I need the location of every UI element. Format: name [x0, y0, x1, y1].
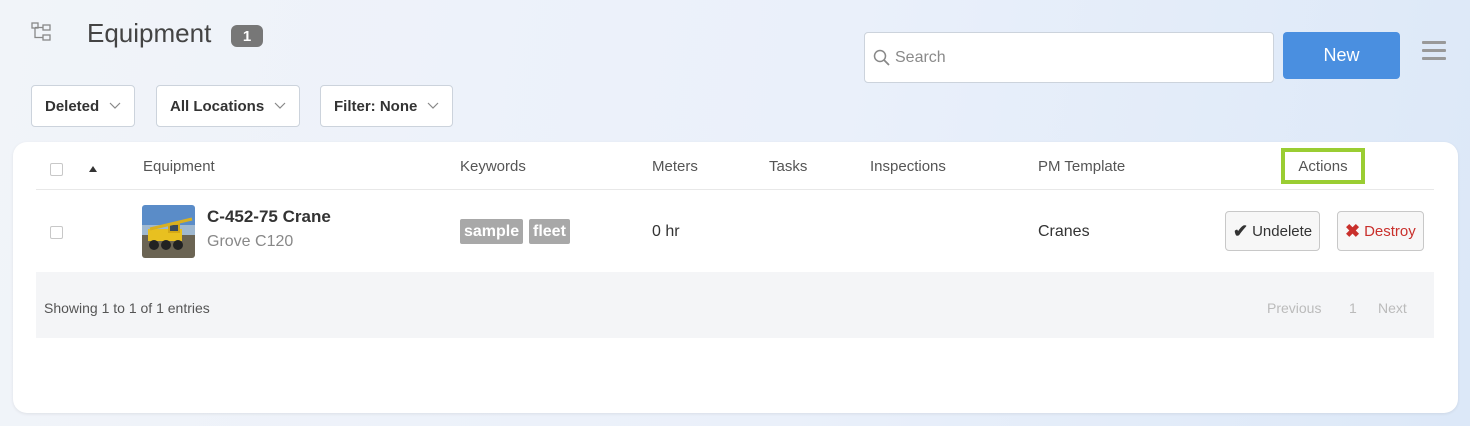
location-filter-dropdown[interactable]: All Locations — [156, 85, 301, 127]
pagination-previous[interactable]: Previous — [1267, 300, 1321, 316]
search-icon — [873, 49, 890, 66]
entries-info: Showing 1 to 1 of 1 entries — [44, 300, 210, 316]
status-filter-label: Deleted — [45, 97, 100, 115]
page-header: Equipment 1 New Deleted All Locations Fi… — [0, 0, 1470, 140]
keyword-tag[interactable]: sample — [460, 219, 524, 244]
pm-template-value: Cranes — [1038, 223, 1090, 240]
undelete-button[interactable]: ✔ Undelete — [1225, 211, 1321, 251]
table-footer — [36, 272, 1434, 338]
custom-filter-dropdown[interactable]: Filter: None — [320, 85, 454, 127]
new-button[interactable]: New — [1283, 32, 1400, 79]
status-filter-dropdown[interactable]: Deleted — [31, 85, 136, 127]
header-divider — [36, 189, 1434, 190]
destroy-label: Destroy — [1364, 222, 1416, 240]
checkmark-icon: ✔ — [1233, 220, 1249, 241]
pagination-next[interactable]: Next — [1378, 300, 1407, 316]
chevron-down-icon — [109, 102, 121, 109]
column-header-pm-template[interactable]: PM Template — [1038, 158, 1125, 175]
pagination-page-1[interactable]: 1 — [1349, 300, 1357, 316]
chevron-down-icon — [427, 102, 439, 109]
equipment-name[interactable]: C-452-75 Crane — [207, 207, 331, 227]
page-title: Equipment — [87, 18, 212, 48]
meters-value: 0 hr — [652, 223, 680, 240]
hamburger-menu-icon[interactable] — [1422, 41, 1446, 61]
select-all-checkbox[interactable] — [50, 163, 63, 176]
equipment-thumbnail[interactable] — [142, 205, 195, 258]
location-filter-label: All Locations — [170, 97, 265, 115]
keyword-tag[interactable]: fleet — [529, 219, 570, 244]
column-header-inspections[interactable]: Inspections — [870, 158, 946, 175]
search-input[interactable] — [895, 48, 1255, 67]
chevron-down-icon — [274, 102, 286, 109]
sort-ascending-icon[interactable] — [89, 166, 97, 172]
destroy-button[interactable]: ✖ Destroy — [1337, 211, 1424, 251]
column-header-actions-label: Actions — [1298, 157, 1348, 175]
custom-filter-label: Filter: None — [334, 97, 418, 115]
column-header-tasks[interactable]: Tasks — [769, 158, 807, 175]
search-box[interactable] — [864, 32, 1274, 83]
column-header-actions: Actions — [1281, 148, 1365, 184]
column-header-keywords[interactable]: Keywords — [460, 158, 526, 175]
column-header-meters[interactable]: Meters — [652, 158, 698, 175]
equipment-model: Grove C120 — [207, 233, 294, 250]
hierarchy-icon[interactable] — [31, 22, 51, 42]
count-badge: 1 — [231, 25, 263, 47]
row-checkbox[interactable] — [50, 226, 63, 239]
column-header-equipment[interactable]: Equipment — [143, 158, 215, 175]
x-icon: ✖ — [1345, 220, 1361, 241]
undelete-label: Undelete — [1252, 222, 1313, 240]
